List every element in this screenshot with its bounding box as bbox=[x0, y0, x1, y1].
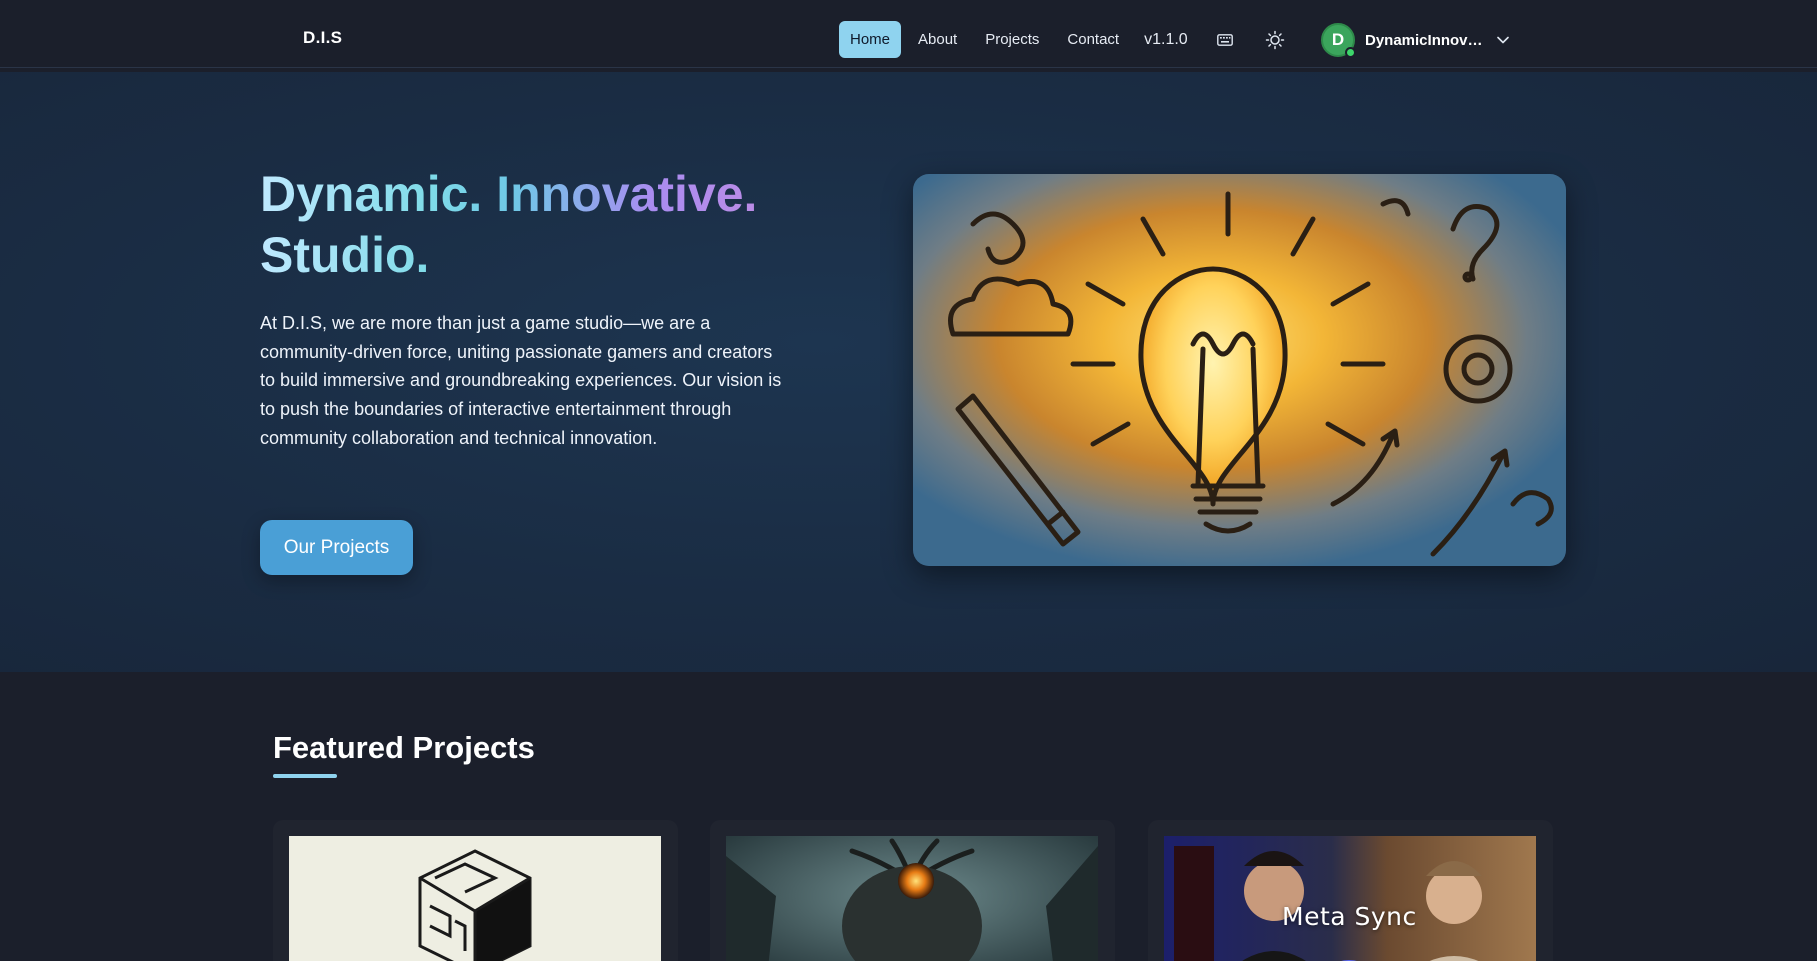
our-projects-button[interactable]: Our Projects bbox=[260, 520, 413, 575]
online-status-dot bbox=[1345, 47, 1356, 58]
project-card-3[interactable]: Meta Sync bbox=[1148, 820, 1553, 961]
nav-link-projects[interactable]: Projects bbox=[974, 21, 1050, 58]
project-card-3-image: Meta Sync bbox=[1164, 836, 1536, 961]
sun-icon[interactable] bbox=[1260, 25, 1290, 55]
hero-title-line2: Studio. bbox=[260, 227, 430, 283]
nav-link-contact[interactable]: Contact bbox=[1056, 21, 1130, 58]
project-card-2-image bbox=[726, 836, 1098, 961]
featured-title-underline bbox=[273, 774, 337, 778]
project-card-1-image bbox=[289, 836, 661, 961]
version-label: v1.1.0 bbox=[1144, 30, 1188, 48]
keyboard-icon[interactable] bbox=[1210, 25, 1240, 55]
hero-description: At D.I.S, we are more than just a game s… bbox=[260, 313, 782, 448]
project-card-1[interactable] bbox=[273, 820, 678, 961]
lightbulb-illustration bbox=[913, 174, 1566, 566]
hero-title: Dynamic. Innovative. Studio. bbox=[260, 164, 820, 286]
brand-logo[interactable]: D.I.S bbox=[303, 28, 342, 48]
project-card-3-label: Meta Sync bbox=[1282, 902, 1417, 931]
featured-projects-title: Featured Projects bbox=[273, 730, 535, 765]
nav-link-home[interactable]: Home bbox=[839, 21, 902, 58]
nav-link-about[interactable]: About bbox=[907, 21, 968, 58]
chevron-down-icon[interactable] bbox=[1497, 31, 1509, 49]
navbar: D.I.S Home About Projects Contact v1.1.0 bbox=[0, 0, 1817, 68]
username: DynamicInnovati... bbox=[1365, 31, 1483, 49]
hero-section: Dynamic. Innovative. Studio. At D.I.S, w… bbox=[0, 72, 1817, 672]
hero-title-line1: Dynamic. Innovative. bbox=[260, 166, 758, 222]
project-card-2[interactable] bbox=[710, 820, 1115, 961]
avatar: D bbox=[1321, 23, 1356, 58]
avatar-initial: D bbox=[1331, 30, 1345, 49]
nav-links: Home About Projects Contact v1.1.0 bbox=[839, 21, 1310, 58]
user-menu[interactable]: D DynamicInnovati... bbox=[1321, 22, 1509, 58]
